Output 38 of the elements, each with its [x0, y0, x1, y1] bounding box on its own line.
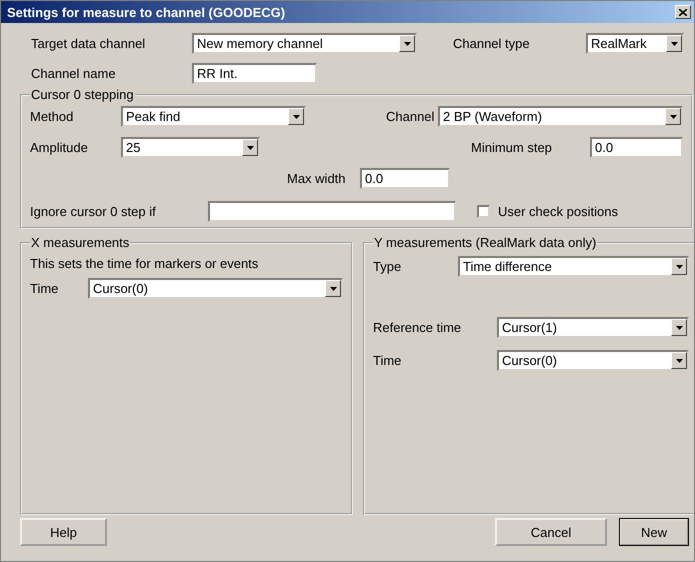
dropdown[interactable]: 25 [121, 137, 260, 158]
field-label: Time [373, 353, 402, 368]
field-label: Target data channel [31, 36, 146, 51]
name-field[interactable]: RR Int. [192, 63, 317, 84]
group-title: Cursor 0 stepping [30, 87, 135, 102]
field-label: Max width [287, 171, 347, 186]
condition-field[interactable] [208, 201, 456, 222]
group-title: Y measurements (RealMark data only) [373, 235, 598, 250]
dropdown[interactable]: New memory channel [192, 33, 417, 54]
close-button[interactable] [675, 5, 691, 19]
dialog-button[interactable]: Cancel [495, 518, 607, 546]
field-label: Method [30, 109, 74, 124]
checkbox-label: User check positions [498, 204, 618, 219]
field-label: Type [373, 259, 402, 274]
dropdown[interactable]: 2 BP (Waveform) [438, 106, 683, 127]
field-label: Channel type [453, 36, 531, 51]
field-label: Channel name [31, 66, 117, 81]
field-label: Minimum step [471, 140, 553, 155]
field-label: Amplitude [30, 140, 89, 155]
group-title: X measurements [30, 235, 130, 250]
dropdown[interactable]: Time difference [458, 256, 689, 277]
dropdown[interactable]: Cursor(0) [88, 278, 343, 299]
field-label: Time [30, 281, 60, 296]
number-field[interactable]: 0.0 [590, 137, 683, 158]
dialog-button[interactable]: Help [20, 518, 107, 546]
description-text: This sets the time for markers or events [30, 256, 260, 271]
dropdown[interactable]: Peak find [121, 106, 306, 127]
field-label: Ignore cursor 0 step if [30, 204, 157, 219]
dropdown[interactable]: Cursor(1) [497, 317, 689, 338]
close-icon [679, 8, 687, 16]
field-label: Channel [386, 109, 436, 124]
dropdown[interactable]: RealMark [586, 33, 684, 54]
dropdown[interactable]: Cursor(0) [497, 350, 689, 371]
dialog-button[interactable]: New [619, 518, 689, 546]
number-field[interactable]: 0.0 [360, 168, 450, 189]
checkbox[interactable] [477, 205, 490, 218]
field-label: Reference time [373, 320, 462, 335]
window-title: Settings for measure to channel (GOODECG) [7, 4, 286, 20]
